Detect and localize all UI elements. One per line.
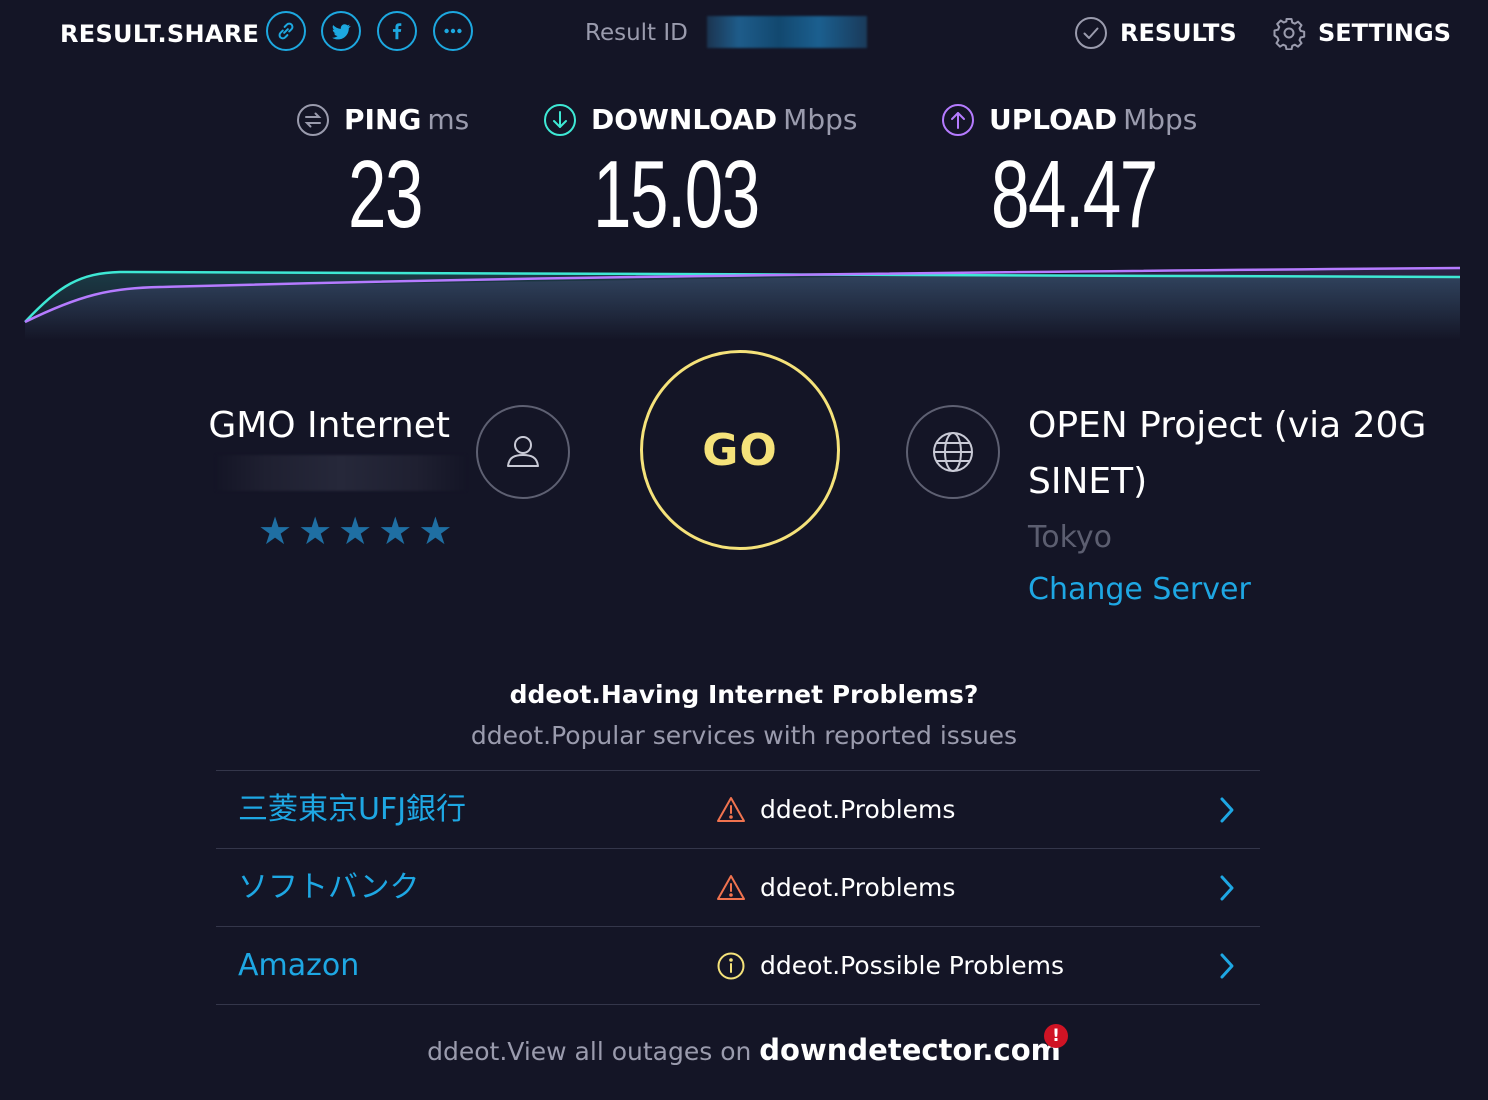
star-icon[interactable]: ★	[378, 510, 412, 552]
status-label: ddeot.Problems	[760, 794, 956, 824]
status: ddeot.Problems	[716, 871, 955, 905]
status: ddeot.Possible Problems	[716, 949, 1064, 983]
ping-value: 23	[348, 141, 423, 248]
footer-text: ddeot.View all outages on	[427, 1037, 752, 1066]
download-unit: Mbps	[783, 103, 858, 136]
link-icon	[278, 22, 294, 40]
facebook-icon	[392, 23, 402, 40]
share-twitter-button[interactable]	[321, 11, 361, 51]
ping-unit: ms	[427, 103, 470, 136]
result-id-value-redacted	[707, 16, 867, 48]
problems-title: ddeot.Having Internet Problems?	[509, 680, 979, 709]
chevron-right-icon[interactable]	[1216, 951, 1238, 981]
check-circle-icon	[1075, 17, 1107, 49]
problem-row[interactable]: ソフトバンク ddeot.Problems	[216, 849, 1260, 927]
downdetector-link[interactable]: downdetector.com	[759, 1033, 1061, 1067]
ping-label: PING	[344, 103, 422, 136]
upload-metric: UPLOAD Mbps 84.47	[941, 100, 1221, 250]
service-name[interactable]: 三菱東京UFJ銀行	[238, 790, 466, 830]
nav-settings[interactable]: SETTINGS	[1272, 16, 1451, 50]
status-label: ddeot.Problems	[760, 872, 956, 902]
warning-icon	[717, 796, 745, 822]
warning-icon	[717, 874, 745, 900]
status: ddeot.Problems	[716, 793, 955, 827]
star-icon[interactable]: ★	[418, 510, 452, 552]
isp-avatar	[476, 405, 570, 499]
info-icon	[717, 952, 745, 979]
user-icon	[507, 436, 539, 467]
status-label: ddeot.Possible Problems	[760, 950, 1065, 980]
service-name[interactable]: ソフトバンク	[238, 868, 420, 908]
speed-graph	[24, 266, 1461, 340]
download-icon	[544, 104, 576, 136]
download-value: 15.03	[593, 141, 760, 248]
download-metric: DOWNLOAD Mbps 15.03	[543, 100, 857, 250]
nav-results-label: RESULTS	[1120, 19, 1237, 47]
share-facebook-button[interactable]	[377, 11, 417, 51]
change-server-link[interactable]: Change Server	[1028, 570, 1251, 610]
ping-icon	[297, 104, 329, 136]
star-icon[interactable]: ★	[298, 510, 332, 552]
upload-icon	[942, 104, 974, 136]
upload-unit: Mbps	[1123, 103, 1198, 136]
isp-rating-stars[interactable]: ★ ★ ★ ★ ★	[258, 510, 452, 552]
outages-footer: ddeot.View all outages on downdetector.c…	[0, 1030, 1488, 1072]
upload-value: 84.47	[991, 141, 1158, 248]
service-name[interactable]: Amazon	[238, 946, 359, 986]
ping-metric: PING ms 23	[296, 100, 469, 250]
chevron-right-icon[interactable]	[1216, 873, 1238, 903]
server-name: OPEN Project (via 20G SINET)	[1028, 405, 1427, 502]
star-icon[interactable]: ★	[258, 510, 292, 552]
alert-badge-icon: !	[1044, 1024, 1068, 1048]
nav-results[interactable]: RESULTS	[1074, 16, 1237, 50]
problems-subtitle: ddeot.Popular services with reported iss…	[470, 721, 1018, 750]
server-icon-circle	[906, 405, 1000, 499]
result-id-label: Result ID	[585, 20, 688, 46]
chevron-right-icon[interactable]	[1216, 795, 1238, 825]
isp-ip-redacted	[216, 455, 466, 491]
problem-row[interactable]: Amazon ddeot.Possible Problems	[216, 927, 1260, 1005]
result-share-label: RESULT.SHARE	[60, 20, 260, 48]
share-more-button[interactable]	[433, 11, 473, 51]
problems-list: 三菱東京UFJ銀行 ddeot.Problems ソフトバンク ddeot.Pr…	[216, 770, 1260, 1005]
more-icon	[444, 28, 462, 34]
download-label: DOWNLOAD	[591, 103, 778, 136]
upload-label: UPLOAD	[989, 103, 1118, 136]
server-location: Tokyo	[1028, 520, 1112, 555]
gear-icon	[1273, 18, 1306, 50]
isp-name: GMO Internet	[208, 405, 450, 446]
star-icon[interactable]: ★	[338, 510, 372, 552]
nav-settings-label: SETTINGS	[1318, 19, 1451, 47]
problem-row[interactable]: 三菱東京UFJ銀行 ddeot.Problems	[216, 771, 1260, 849]
share-link-button[interactable]	[266, 11, 306, 51]
go-button[interactable]: GO	[640, 350, 840, 550]
globe-icon	[933, 432, 973, 472]
twitter-icon	[332, 24, 351, 40]
